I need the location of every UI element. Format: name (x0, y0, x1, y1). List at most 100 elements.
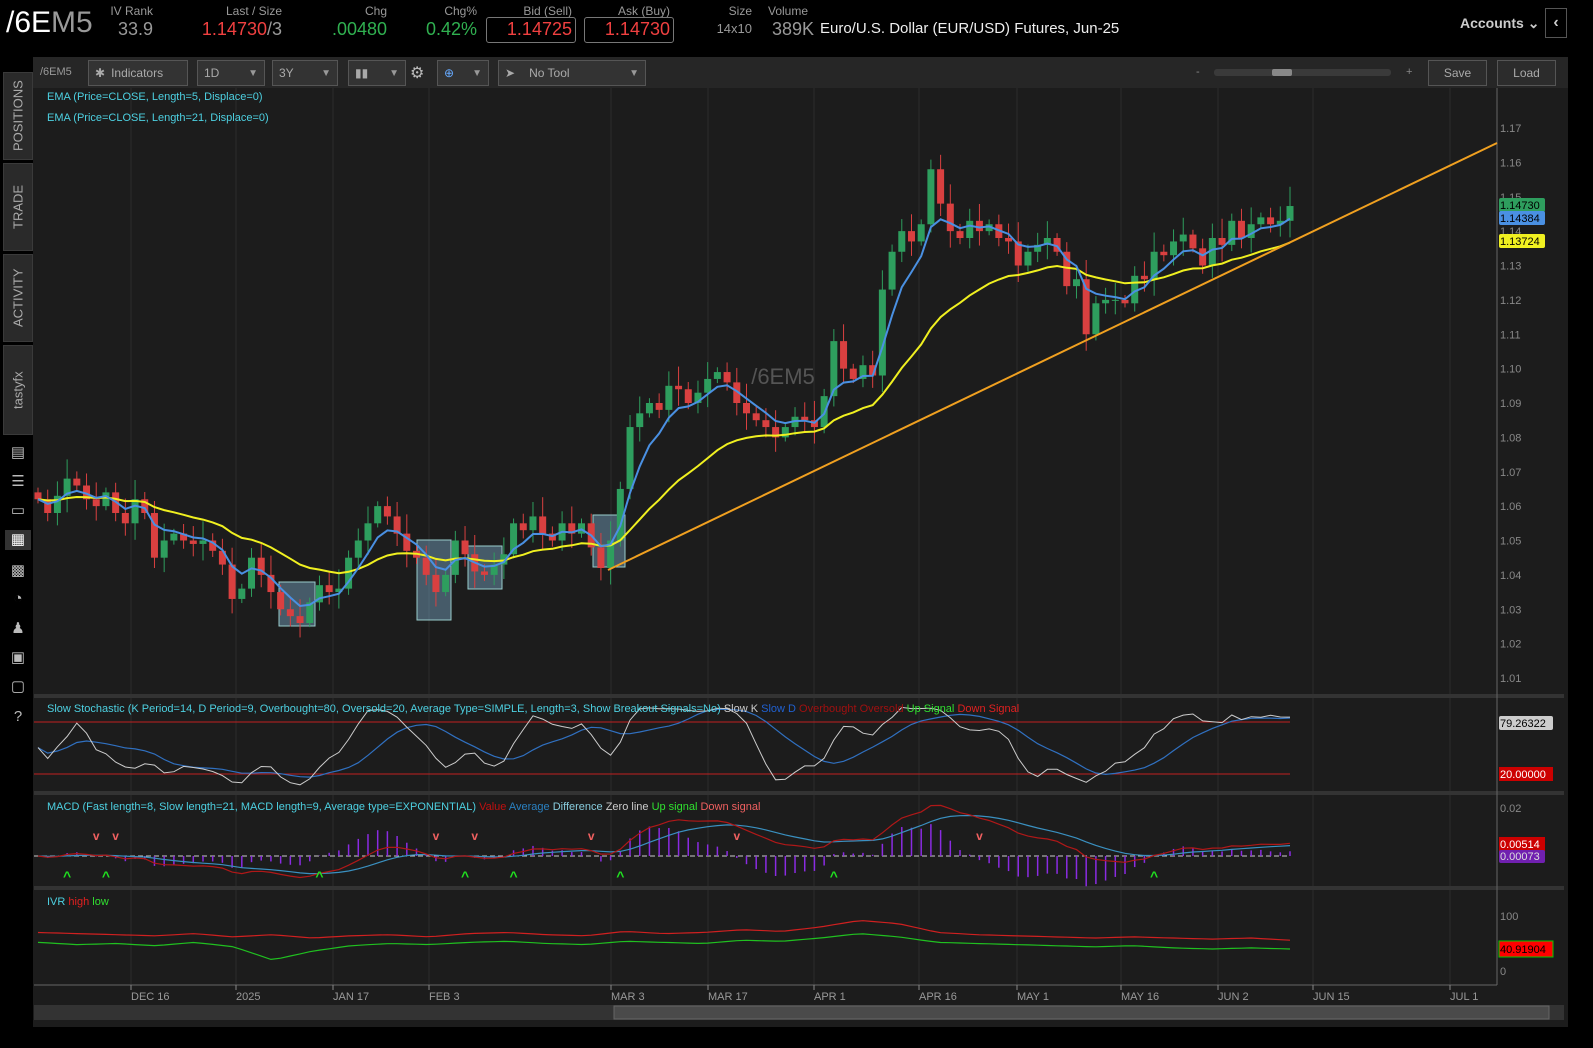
candle (1005, 238, 1013, 242)
candle (170, 533, 178, 541)
candle (374, 506, 382, 524)
y-tick-label: 1.09 (1500, 398, 1521, 410)
candle (461, 540, 469, 555)
down-signal-arrow: v (588, 829, 595, 843)
candle (645, 403, 653, 414)
up-signal-arrow: ^ (315, 868, 323, 884)
x-tick-label: FEB 3 (429, 991, 460, 1003)
candle (636, 413, 644, 428)
candle (1179, 234, 1187, 242)
ema21-legend: EMA (Price=CLOSE, Length=21, Displace=0) (47, 112, 269, 124)
chart-canvas[interactable]: /6EM5 1.171.161.151.141.131.121.111.101.… (0, 0, 1593, 1048)
candle (1286, 206, 1294, 221)
candle (354, 540, 362, 558)
x-tick-label: JAN 17 (333, 991, 369, 1003)
candle (704, 378, 712, 393)
trendline[interactable] (607, 142, 1498, 571)
x-tick-label: APR 16 (919, 991, 957, 1003)
y-tick-label: 1.17 (1500, 123, 1521, 135)
candle (1170, 241, 1178, 256)
slow-d-line (37, 708, 1291, 778)
candle (286, 609, 294, 617)
y-tick-label: 1.13 (1500, 261, 1521, 273)
y-tick-label: 1.05 (1500, 536, 1521, 548)
pane-divider[interactable] (34, 886, 1564, 890)
candle (1140, 275, 1148, 280)
candle (801, 416, 809, 421)
candle (422, 557, 430, 575)
ema21-tag: 1.13724 (1500, 236, 1540, 248)
candle (937, 169, 945, 204)
ivr-tick-100: 100 (1500, 911, 1518, 923)
candle (325, 585, 333, 593)
candle (684, 389, 692, 403)
candle (539, 516, 547, 534)
x-tick-label: APR 1 (814, 991, 846, 1003)
candle (121, 513, 129, 524)
candle (189, 540, 197, 544)
candle (1199, 248, 1207, 266)
candle (199, 540, 207, 544)
candle (849, 368, 857, 379)
x-tick-label: MAY 16 (1121, 991, 1159, 1003)
candle (432, 574, 440, 593)
ivr-high-line (37, 920, 1291, 941)
ivr-legend: IVR high low (47, 896, 109, 908)
x-tick-label: MAR 17 (708, 991, 748, 1003)
macd-histogram (46, 824, 1291, 887)
down-signal-arrow: v (112, 829, 119, 843)
candle (1092, 303, 1100, 335)
time-axis: DEC 16 2025 JAN 17 FEB 3 MAR 3 MAR 17 APR 1 APR… (130, 985, 1478, 1003)
pane-divider[interactable] (34, 694, 1564, 698)
y-tick-label: 1.08 (1500, 432, 1521, 444)
candle (364, 523, 372, 541)
candle (131, 499, 139, 524)
y-tick-label: 1.01 (1500, 673, 1521, 685)
candle (878, 289, 886, 376)
macd-average-line (37, 814, 1291, 875)
price-tags: 1.14730 1.14384 1.13724 (1499, 198, 1545, 248)
candle (34, 492, 42, 500)
candle (1072, 279, 1080, 287)
up-signal-arrow: ^ (509, 868, 517, 884)
x-tick-label: MAR 3 (611, 991, 645, 1003)
y-tick-label: 1.04 (1500, 570, 1521, 582)
x-tick-label: MAY 1 (1017, 991, 1049, 1003)
candle (277, 592, 285, 610)
candle (956, 231, 964, 238)
candle (248, 557, 256, 589)
candle (626, 427, 634, 489)
candle (840, 341, 848, 369)
ema5-line (37, 217, 1291, 608)
candle (597, 547, 605, 568)
stoch-legend: Slow Stochastic (K Period=14, D Period=9… (47, 703, 1019, 715)
stoch-value: 79.26322 (1500, 718, 1546, 730)
down-signal-arrow: v (433, 829, 440, 843)
candle (1257, 217, 1265, 225)
up-signal-arrow: ^ (63, 868, 71, 884)
candle (888, 251, 896, 290)
up-signal-arrow: ^ (102, 868, 110, 884)
x-tick-label: 2025 (236, 991, 260, 1003)
y-tick-label: 1.06 (1500, 501, 1521, 513)
candle (975, 220, 983, 232)
grid-lines (130, 88, 1451, 985)
macd-legend: MACD (Fast length=8, Slow length=21, MAC… (47, 801, 760, 813)
x-tick-label: JUL 1 (1450, 991, 1478, 1003)
candle (723, 372, 731, 383)
y-tick-label: 1.12 (1500, 295, 1521, 307)
y-tick-label: 1.03 (1500, 604, 1521, 616)
down-signal-arrow: v (976, 829, 983, 843)
pane-divider[interactable] (34, 791, 1564, 795)
candle (442, 574, 450, 593)
y-tick-label: 1.11 (1500, 329, 1521, 341)
candle (946, 203, 954, 232)
up-signal-arrow: ^ (830, 868, 838, 884)
scrollbar-thumb[interactable] (613, 1005, 1550, 1020)
slow-k-line (37, 706, 1291, 786)
last-price-tag: 1.14730 (1500, 200, 1540, 212)
candle (907, 231, 915, 242)
up-signal-arrow: ^ (1150, 868, 1158, 884)
candle (713, 372, 721, 379)
down-signal-arrow: v (93, 829, 100, 843)
